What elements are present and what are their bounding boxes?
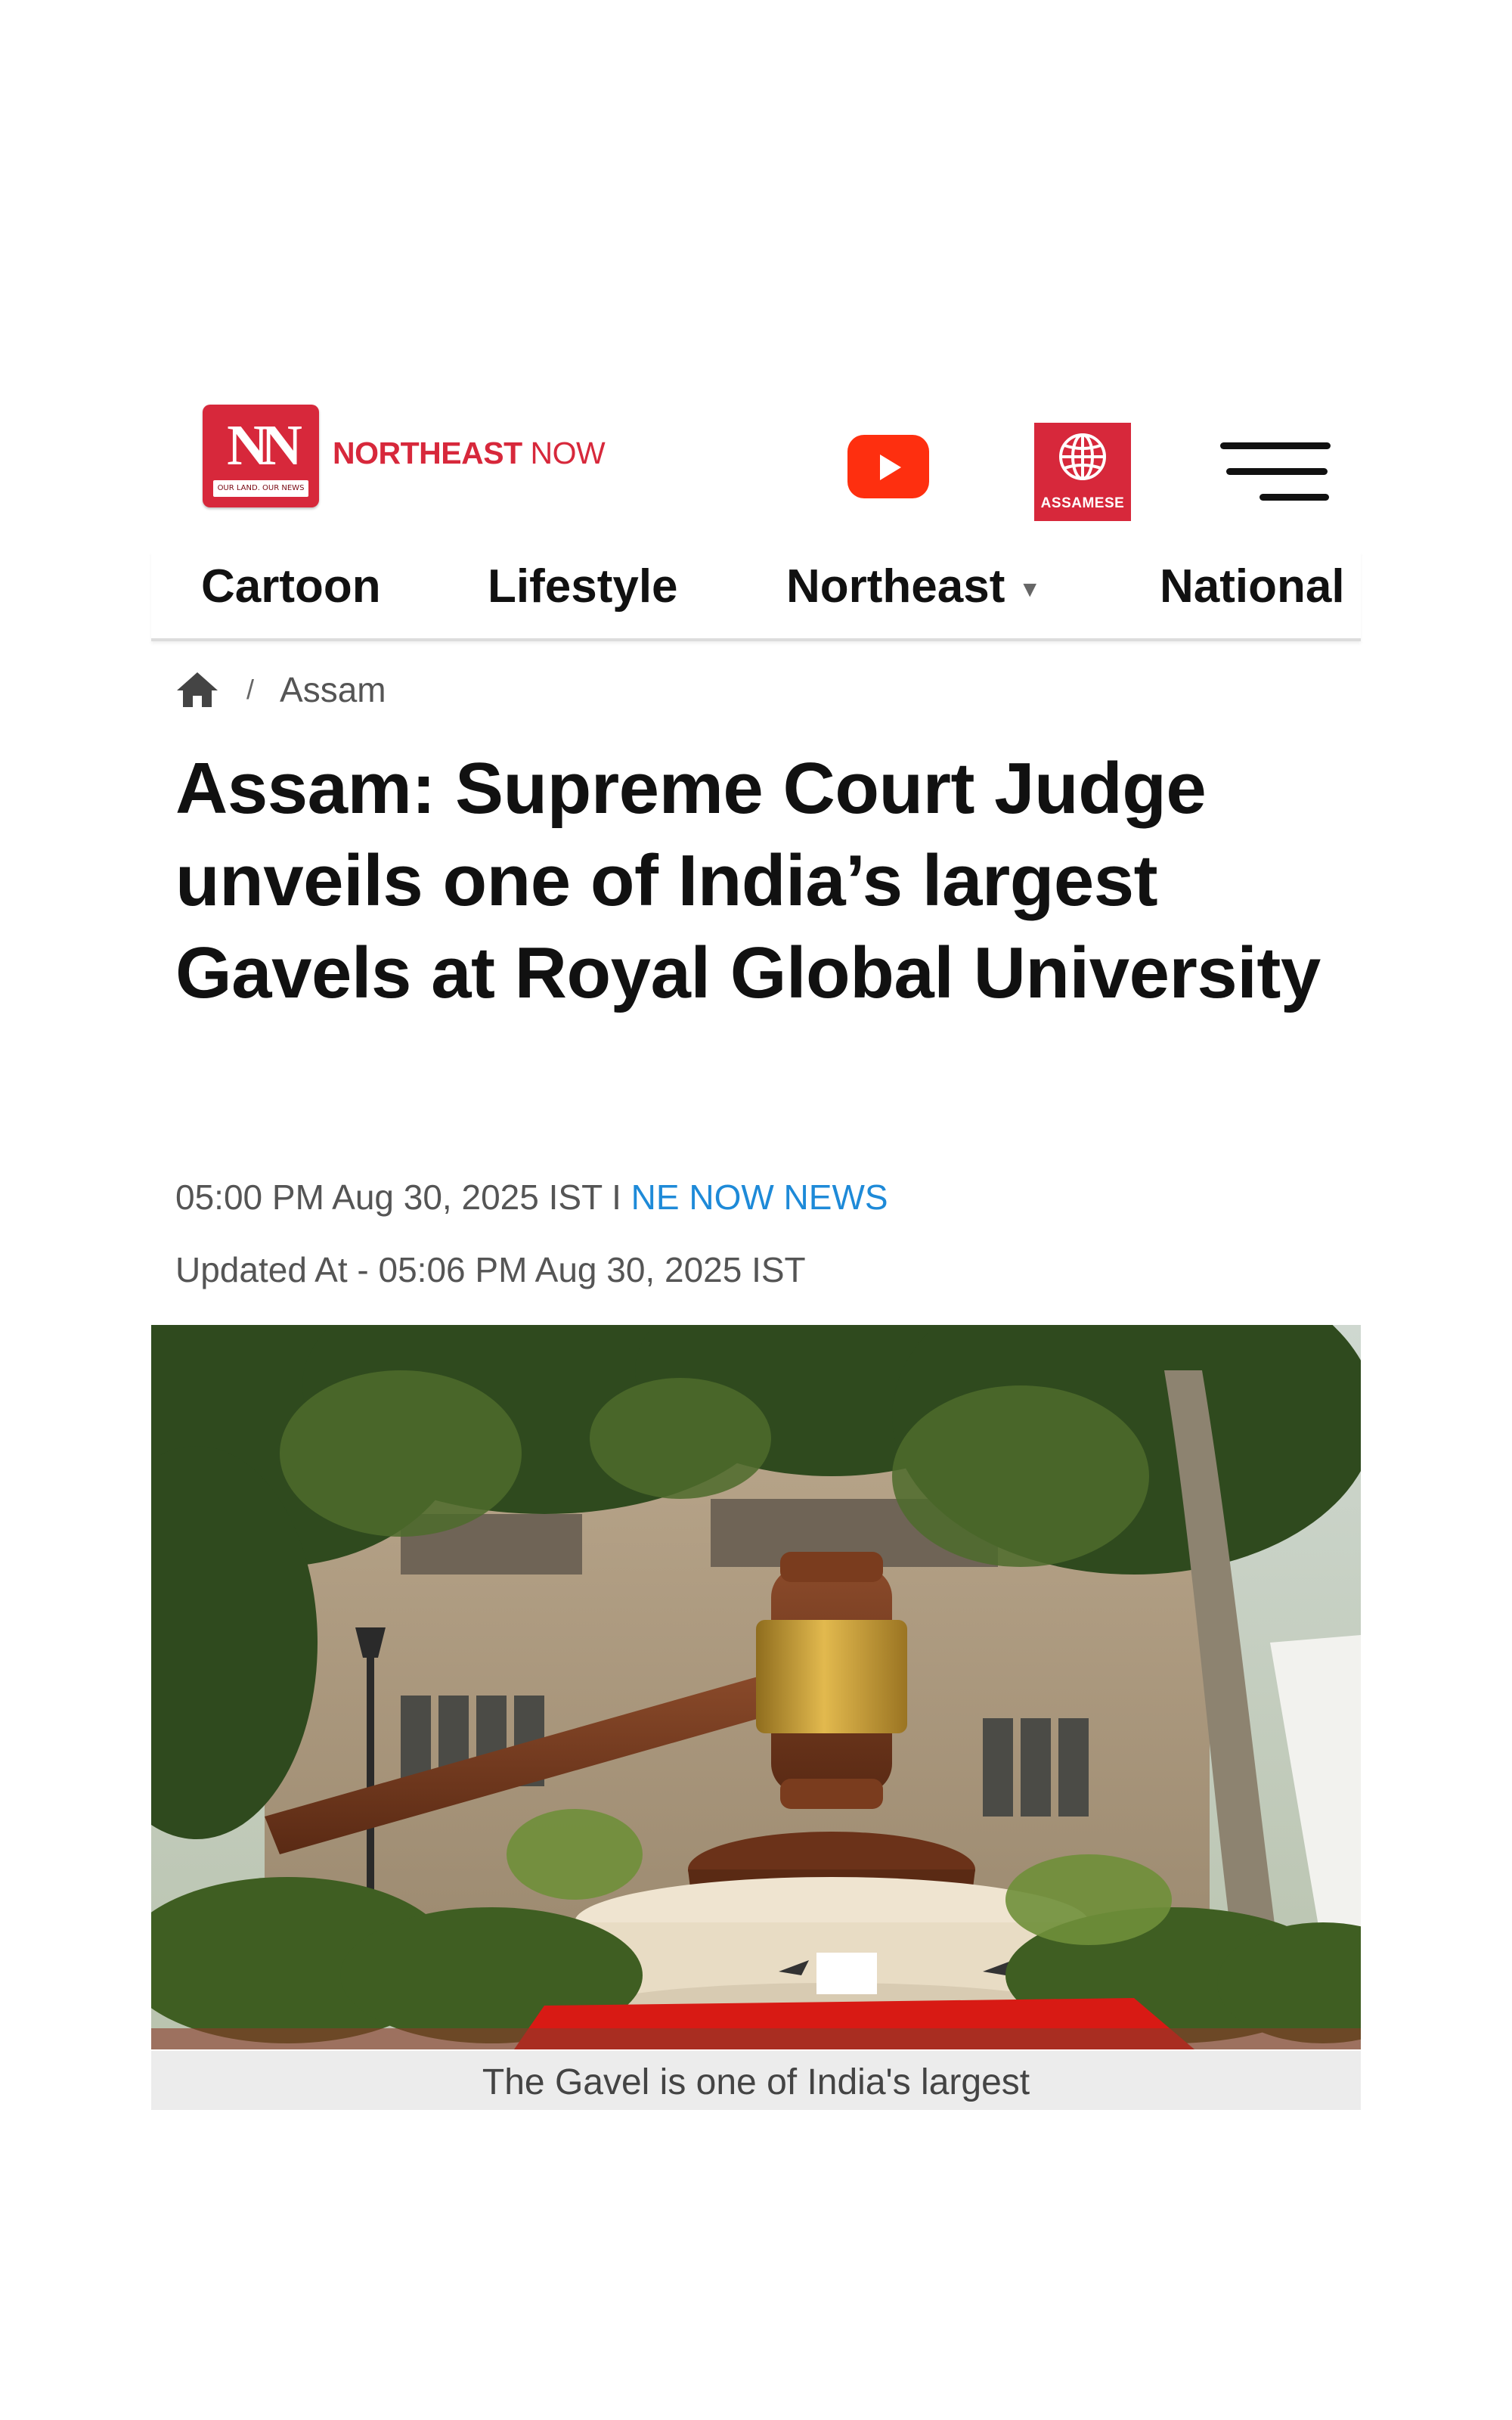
breadcrumb-section-link[interactable]: Assam bbox=[280, 669, 386, 710]
youtube-play-icon bbox=[880, 455, 901, 480]
site-logo[interactable]: NN OUR LAND. OUR NEWS NORTHEAST NOW bbox=[203, 405, 606, 507]
category-nav: Cartoon Lifestyle Northeast ▼ National bbox=[151, 552, 1361, 641]
site-header: NN OUR LAND. OUR NEWS NORTHEAST NOW ASSA… bbox=[151, 405, 1361, 521]
article-published: 05:00 PM Aug 30, 2025 IST I NE NOW NEWS bbox=[175, 1177, 888, 1218]
author-link[interactable]: NE NOW NEWS bbox=[631, 1177, 888, 1217]
logo-brand-bold: NORTHEAST bbox=[333, 435, 522, 470]
logo-wordmark: NORTHEAST NOW bbox=[333, 435, 606, 471]
youtube-button[interactable] bbox=[847, 435, 929, 498]
nav-item-label: Lifestyle bbox=[488, 560, 678, 613]
breadcrumb-separator: / bbox=[246, 674, 255, 705]
logo-monogram: NN bbox=[227, 414, 302, 477]
nav-item-label: Cartoon bbox=[201, 560, 381, 613]
assamese-label: ASSAMESE bbox=[1040, 495, 1125, 511]
breadcrumb: / Assam bbox=[175, 667, 386, 712]
nav-item-label: National bbox=[1160, 560, 1345, 613]
article-image bbox=[151, 1325, 1361, 2049]
published-time: 05:00 PM Aug 30, 2025 IST I bbox=[175, 1177, 631, 1217]
globe-icon bbox=[1059, 433, 1106, 480]
article-updated: Updated At - 05:06 PM Aug 30, 2025 IST bbox=[175, 1250, 806, 1289]
menu-bar-middle bbox=[1226, 468, 1328, 475]
nav-item-label: Northeast bbox=[786, 560, 1005, 613]
nav-item-national[interactable]: National bbox=[1160, 560, 1345, 613]
article-title: Assam: Supreme Court Judge unveils one o… bbox=[175, 748, 1321, 1013]
logo-brand-light: NOW bbox=[522, 435, 606, 470]
hamburger-menu-icon[interactable] bbox=[1220, 442, 1331, 510]
menu-bar-top bbox=[1220, 442, 1331, 449]
menu-bar-bottom bbox=[1259, 494, 1329, 501]
nav-item-cartoon[interactable]: Cartoon bbox=[201, 560, 381, 613]
image-caption: The Gavel is one of India's largest bbox=[151, 2051, 1361, 2110]
nav-item-northeast[interactable]: Northeast ▼ bbox=[786, 560, 1041, 613]
logo-tagline: OUR LAND. OUR NEWS bbox=[213, 480, 308, 497]
nav-item-lifestyle[interactable]: Lifestyle bbox=[488, 560, 678, 613]
chevron-down-icon: ▼ bbox=[1018, 576, 1042, 602]
article-page: NN OUR LAND. OUR NEWS NORTHEAST NOW ASSA… bbox=[0, 0, 1512, 2420]
home-icon[interactable] bbox=[175, 671, 219, 709]
gavel-photo bbox=[151, 1325, 1361, 2049]
assamese-edition-button[interactable]: ASSAMESE bbox=[1034, 423, 1131, 521]
logo-mark: NN OUR LAND. OUR NEWS bbox=[203, 405, 319, 507]
